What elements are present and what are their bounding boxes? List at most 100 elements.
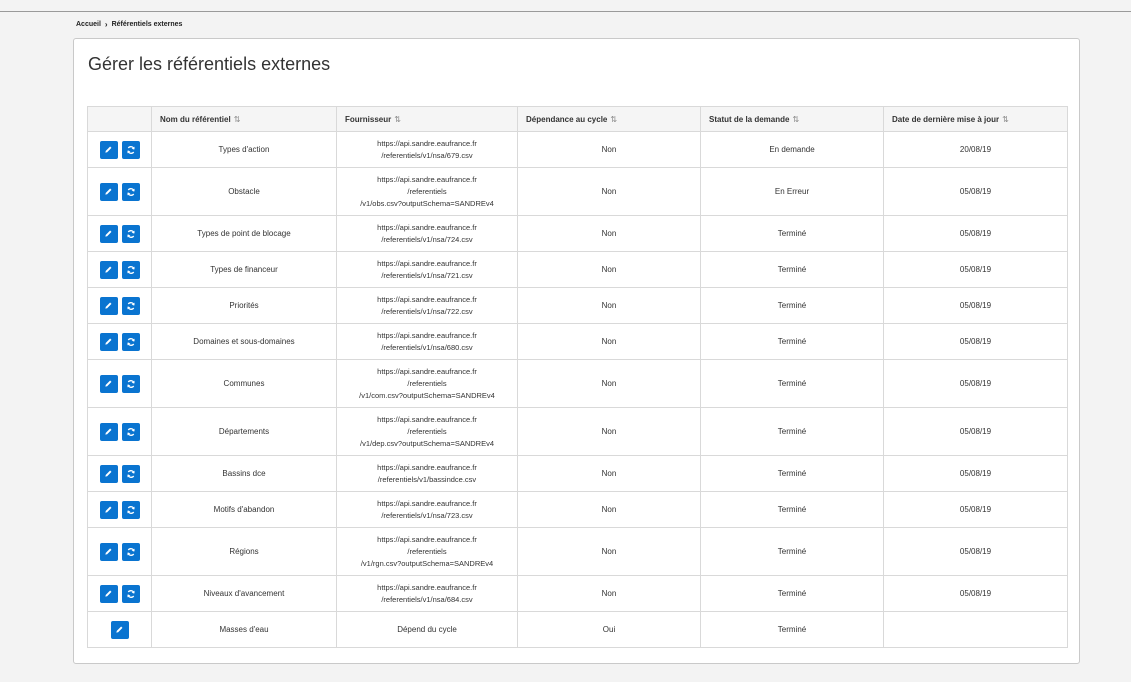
- header-status[interactable]: Statut de la demande ⇅: [700, 106, 884, 132]
- header-label: Nom du référentiel: [160, 114, 231, 124]
- edit-button[interactable]: [99, 374, 118, 393]
- refresh-button[interactable]: [121, 422, 140, 441]
- cell-name: Masses d'eau: [151, 611, 337, 648]
- pencil-icon: [104, 337, 113, 346]
- row-actions: [88, 542, 151, 561]
- cell-date: 05/08/19: [883, 407, 1068, 456]
- cell-name: Communes: [151, 359, 337, 408]
- cell-date: [883, 611, 1068, 648]
- provider-line: https://api.sandre.eaufrance.fr: [377, 582, 477, 592]
- header-date[interactable]: Date de dernière mise à jour ⇅: [883, 106, 1068, 132]
- provider-line: /v1/dep.csv?outputSchema=SANDREv4: [359, 438, 495, 448]
- main-card: Gérer les référentiels externes Nom du r…: [73, 38, 1080, 664]
- edit-button[interactable]: [99, 464, 118, 483]
- edit-button[interactable]: [99, 296, 118, 315]
- header-label: Dépendance au cycle: [526, 114, 608, 124]
- sort-icon[interactable]: ⇅: [610, 115, 617, 124]
- header-provider[interactable]: Fournisseur ⇅: [336, 106, 518, 132]
- cell-dependency: Non: [517, 215, 701, 252]
- provider-line: https://api.sandre.eaufrance.fr: [377, 174, 477, 184]
- edit-button[interactable]: [99, 182, 118, 201]
- cell-provider: https://api.sandre.eaufrance.fr/referent…: [336, 455, 518, 492]
- edit-button[interactable]: [110, 620, 129, 639]
- cell-provider: https://api.sandre.eaufrance.fr/referent…: [336, 167, 518, 216]
- edit-button[interactable]: [99, 584, 118, 603]
- cell-provider: https://api.sandre.eaufrance.fr/referent…: [336, 251, 518, 288]
- provider-line: https://api.sandre.eaufrance.fr: [377, 414, 477, 424]
- edit-button[interactable]: [99, 542, 118, 561]
- sort-icon[interactable]: ⇅: [792, 115, 799, 124]
- edit-button[interactable]: [99, 140, 118, 159]
- row-actions: [88, 374, 151, 393]
- cell-date: 05/08/19: [883, 359, 1068, 408]
- refresh-button[interactable]: [121, 374, 140, 393]
- header-dependency[interactable]: Dépendance au cycle ⇅: [517, 106, 701, 132]
- sort-icon[interactable]: ⇅: [234, 115, 241, 124]
- provider-line: /referentiels/v1/nsa/721.csv: [381, 270, 473, 280]
- provider-line: /referentiels: [407, 186, 447, 196]
- table-row: Niveaux d'avancement https://api.sandre.e…: [87, 575, 1068, 612]
- cell-name: Régions: [151, 527, 337, 576]
- cell-status: Terminé: [700, 215, 884, 252]
- pencil-icon: [104, 301, 113, 310]
- cell-date: 05/08/19: [883, 251, 1068, 288]
- cell-provider: https://api.sandre.eaufrance.fr/referent…: [336, 491, 518, 528]
- breadcrumb-home-link[interactable]: Accueil: [76, 21, 101, 28]
- pencil-icon: [104, 379, 113, 388]
- pencil-icon: [104, 589, 113, 598]
- refresh-button[interactable]: [121, 296, 140, 315]
- cell-actions: [87, 287, 152, 324]
- provider-line: /v1/com.csv?outputSchema=SANDREv4: [359, 390, 495, 400]
- cell-status: Terminé: [700, 575, 884, 612]
- cell-status: Terminé: [700, 527, 884, 576]
- row-actions: [88, 296, 151, 315]
- cell-dependency: Non: [517, 251, 701, 288]
- table-row: Types de financeur https://api.sandre.eau…: [87, 251, 1068, 288]
- cell-provider: https://api.sandre.eaufrance.fr/referent…: [336, 359, 518, 408]
- refresh-button[interactable]: [121, 260, 140, 279]
- refresh-button[interactable]: [121, 542, 140, 561]
- refresh-button[interactable]: [121, 464, 140, 483]
- cell-provider: https://api.sandre.eaufrance.fr/referent…: [336, 215, 518, 252]
- cell-status: Terminé: [700, 251, 884, 288]
- cell-status: Terminé: [700, 323, 884, 360]
- cell-actions: [87, 251, 152, 288]
- cell-dependency: Non: [517, 131, 701, 168]
- header-name[interactable]: Nom du référentiel ⇅: [151, 106, 337, 132]
- sort-icon[interactable]: ⇅: [394, 115, 401, 124]
- provider-line: https://api.sandre.eaufrance.fr: [377, 258, 477, 268]
- refresh-button[interactable]: [121, 224, 140, 243]
- header-label: Statut de la demande: [709, 114, 790, 124]
- cell-actions: [87, 131, 152, 168]
- provider-line: /v1/rgn.csv?outputSchema=SANDREv4: [360, 558, 494, 568]
- refresh-button[interactable]: [121, 140, 140, 159]
- row-actions: [88, 422, 151, 441]
- row-actions: [88, 584, 151, 603]
- cell-name: Niveaux d'avancement: [151, 575, 337, 612]
- table-row: Domaines et sous-domaines https://api.san…: [87, 323, 1068, 360]
- edit-button[interactable]: [99, 224, 118, 243]
- provider-line: https://api.sandre.eaufrance.fr: [377, 462, 477, 472]
- edit-button[interactable]: [99, 260, 118, 279]
- provider-line: /referentiels/v1/nsa/723.csv: [381, 510, 473, 520]
- cell-actions: [87, 455, 152, 492]
- edit-button[interactable]: [99, 500, 118, 519]
- refresh-button[interactable]: [121, 332, 140, 351]
- row-actions: [88, 182, 151, 201]
- pencil-icon: [104, 427, 113, 436]
- cell-status: Terminé: [700, 455, 884, 492]
- refresh-button[interactable]: [121, 500, 140, 519]
- refresh-button[interactable]: [121, 182, 140, 201]
- table-header-row: Nom du référentiel ⇅ Fournisseur ⇅ Dépenda…: [87, 106, 1068, 132]
- edit-button[interactable]: [99, 422, 118, 441]
- table-row: Obstacle https://api.sandre.eaufrance.fr /…: [87, 167, 1068, 216]
- table-row: Bassins dce https://api.sandre.eaufrance.…: [87, 455, 1068, 492]
- cell-date: 05/08/19: [883, 215, 1068, 252]
- cell-name: Bassins dce: [151, 455, 337, 492]
- table-row: Communes https://api.sandre.eaufrance.fr /…: [87, 359, 1068, 408]
- refresh-button[interactable]: [121, 584, 140, 603]
- sort-icon[interactable]: ⇅: [1002, 115, 1009, 124]
- provider-line: https://api.sandre.eaufrance.fr: [377, 498, 477, 508]
- cell-date: 05/08/19: [883, 323, 1068, 360]
- edit-button[interactable]: [99, 332, 118, 351]
